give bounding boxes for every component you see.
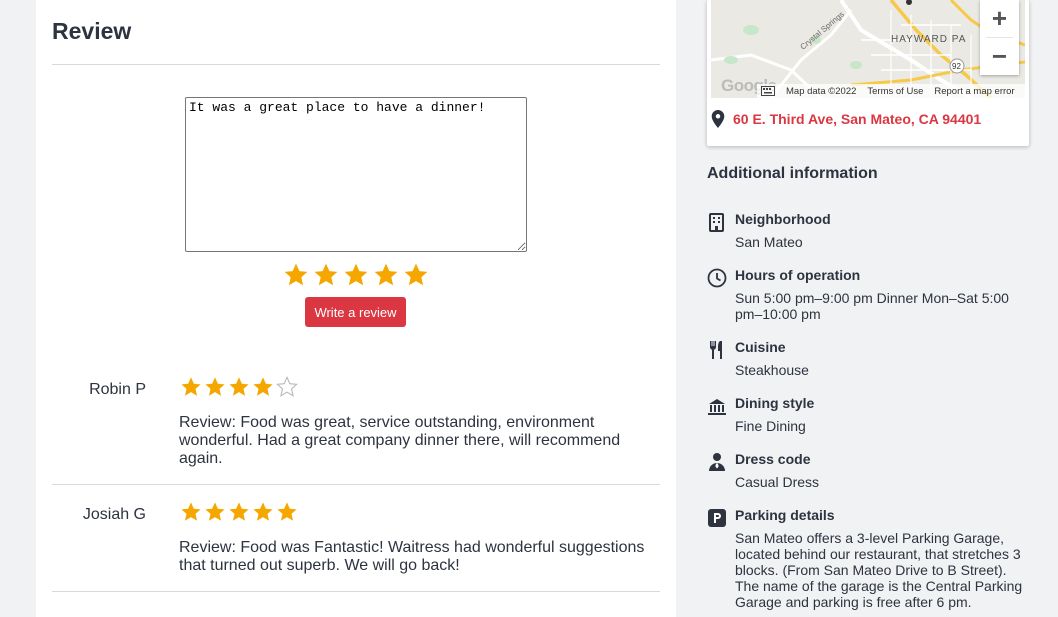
building-icon bbox=[709, 213, 724, 232]
info-value: Steakhouse bbox=[735, 362, 809, 378]
star-filled-icon bbox=[229, 377, 249, 396]
info-label: Neighborhood bbox=[735, 211, 831, 227]
person-tie-icon bbox=[709, 453, 725, 471]
review-textarea[interactable]: It was a great place to have a dinner! bbox=[185, 97, 527, 252]
report-error-link[interactable]: Report a map error bbox=[934, 86, 1014, 97]
map[interactable]: Crystal Springs HAYWARD PA 92 Google + −… bbox=[711, 0, 1025, 98]
star-empty-icon bbox=[276, 376, 298, 397]
star-filled-icon bbox=[181, 502, 201, 521]
star-filled-icon bbox=[253, 377, 273, 396]
map-attribution: Map data ©2022 Terms of Use Report a map… bbox=[757, 84, 1025, 98]
zoom-out-button[interactable]: − bbox=[980, 38, 1019, 75]
parking-icon bbox=[708, 509, 726, 527]
zoom-controls: + − bbox=[980, 0, 1019, 75]
write-review-button[interactable]: Write a review bbox=[305, 297, 406, 327]
info-value: San Mateo bbox=[735, 234, 803, 250]
review-rating bbox=[180, 501, 298, 523]
reviewer-name: Robin P bbox=[89, 381, 146, 398]
star-filled-icon bbox=[277, 502, 297, 521]
address-link[interactable]: 60 E. Third Ave, San Mateo, CA 94401 bbox=[733, 111, 981, 127]
info-value: Fine Dining bbox=[735, 418, 806, 434]
divider bbox=[52, 64, 660, 65]
review-heading: Review bbox=[52, 18, 132, 44]
review-rating bbox=[180, 376, 298, 398]
fork-knife-icon bbox=[710, 341, 722, 359]
clock-icon bbox=[707, 268, 727, 288]
keyboard-icon[interactable] bbox=[761, 86, 775, 96]
rating-star-5[interactable] bbox=[403, 262, 429, 293]
review-text: Review: Food was Fantastic! Waitress had… bbox=[179, 539, 645, 574]
info-value: San Mateo offers a 3-level Parking Garag… bbox=[735, 530, 1023, 610]
info-value: Casual Dress bbox=[735, 474, 820, 490]
svg-text:HAYWARD PA: HAYWARD PA bbox=[891, 34, 966, 45]
bell-icon bbox=[708, 399, 726, 415]
rating-star-2[interactable] bbox=[313, 262, 339, 293]
info-label: Hours of operation bbox=[735, 267, 861, 283]
review-text: Review: Food was great, service outstand… bbox=[179, 414, 621, 467]
divider bbox=[52, 591, 660, 592]
reviewer-name: Josiah G bbox=[82, 506, 146, 523]
info-label: Dress code bbox=[735, 451, 811, 467]
divider bbox=[52, 484, 660, 485]
additional-info-heading: Additional information bbox=[707, 165, 878, 182]
info-label: Cuisine bbox=[735, 339, 786, 355]
star-filled-icon bbox=[229, 502, 249, 521]
rating-input[interactable] bbox=[283, 262, 429, 293]
star-filled-icon bbox=[205, 377, 225, 396]
star-filled-icon bbox=[181, 377, 201, 396]
terms-link[interactable]: Terms of Use bbox=[867, 86, 923, 97]
map-card: Crystal Springs HAYWARD PA 92 Google + −… bbox=[707, 0, 1029, 146]
zoom-in-button[interactable]: + bbox=[980, 0, 1019, 37]
info-label: Dining style bbox=[735, 395, 815, 411]
location-pin-icon bbox=[711, 110, 725, 128]
info-label: Parking details bbox=[735, 507, 835, 523]
rating-star-4[interactable] bbox=[373, 262, 399, 293]
rating-star-3[interactable] bbox=[343, 262, 369, 293]
review-panel: Review It was a great place to have a di… bbox=[36, 0, 676, 617]
info-value: Sun 5:00 pm–9:00 pm Dinner Mon–Sat 5:00 … bbox=[735, 290, 1009, 322]
address-row: 60 E. Third Ave, San Mateo, CA 94401 bbox=[711, 110, 981, 128]
svg-text:92: 92 bbox=[952, 62, 961, 71]
rating-star-1[interactable] bbox=[283, 262, 309, 293]
star-filled-icon bbox=[253, 502, 273, 521]
map-data-text: Map data ©2022 bbox=[786, 85, 857, 97]
star-filled-icon bbox=[205, 502, 225, 521]
